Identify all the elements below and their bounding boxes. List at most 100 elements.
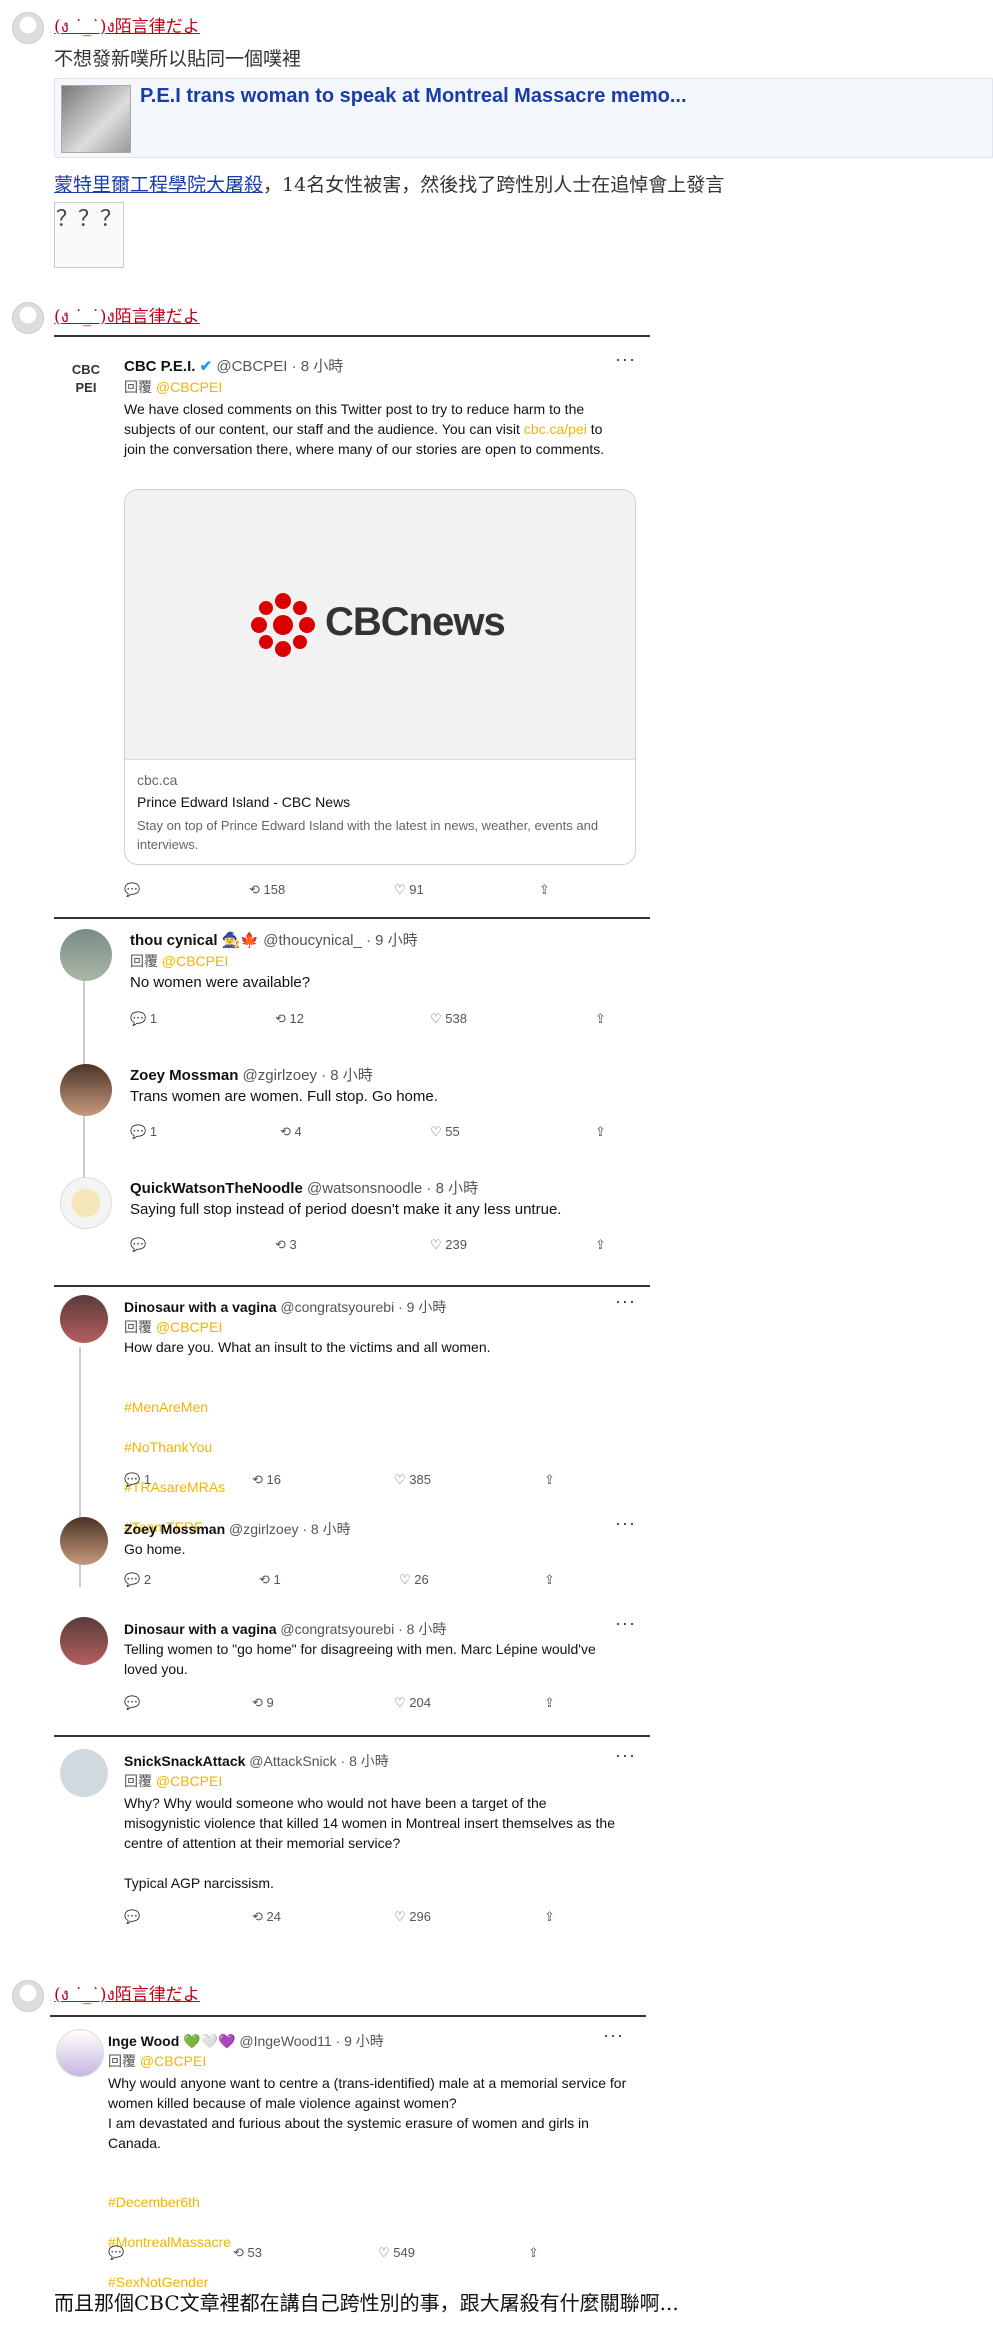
like-button[interactable]: ♡ 296 bbox=[394, 1909, 431, 1925]
more-icon[interactable]: ··· bbox=[615, 1613, 636, 1634]
tweet-text: Trans women are women. Full stop. Go hom… bbox=[130, 1088, 438, 1105]
avatar[interactable] bbox=[60, 1295, 108, 1343]
author-link[interactable]: (ง ˙_˙)ง陌言律だよ bbox=[54, 1980, 200, 2008]
reply-icon[interactable]: 💬 bbox=[124, 1695, 140, 1711]
retweet-button[interactable]: ⟲ 1 bbox=[259, 1572, 281, 1588]
display-name: thou cynical 🧙‍♀️🍁 bbox=[130, 932, 260, 949]
like-count: 91 bbox=[409, 882, 424, 897]
tweet-text: We have closed comments on this Twitter … bbox=[124, 399, 624, 459]
like-count: 26 bbox=[414, 1572, 429, 1587]
avatar[interactable] bbox=[60, 1749, 108, 1797]
link-title[interactable]: P.E.I trans woman to speak at Montreal M… bbox=[140, 85, 687, 108]
retweet-button[interactable]: ⟲ 3 bbox=[275, 1237, 297, 1253]
reply-to-link[interactable]: @CBCPEI bbox=[156, 1319, 222, 1335]
reply-to-link[interactable]: @CBCPEI bbox=[156, 1773, 222, 1789]
link-thumbnail bbox=[61, 85, 131, 153]
tweet-author[interactable]: Dinosaur with a vagina @congratsyourebi … bbox=[124, 1297, 446, 1317]
handle: @congratsyourebi · 9 小時 bbox=[280, 1299, 447, 1315]
share-icon[interactable]: ⇪ bbox=[539, 882, 550, 898]
tweet-actions: 💬 1 ⟲ 12 ♡ 538 ⇪ bbox=[130, 1011, 620, 1031]
like-count: 239 bbox=[445, 1237, 467, 1252]
more-icon[interactable]: ··· bbox=[615, 1513, 636, 1534]
reply-to-link[interactable]: @CBCPEI bbox=[140, 2053, 206, 2069]
retweet-button[interactable]: ⟲ 12 bbox=[275, 1011, 304, 1027]
tweet-author[interactable]: SnickSnackAttack @AttackSnick · 8 小時 bbox=[124, 1751, 389, 1771]
like-button[interactable]: ♡ 239 bbox=[430, 1237, 467, 1253]
hashtag[interactable]: #MenAreMen bbox=[124, 1397, 624, 1417]
share-icon[interactable]: ⇪ bbox=[544, 1695, 555, 1711]
reply-label: 回覆 bbox=[130, 953, 158, 969]
avatar[interactable] bbox=[60, 1064, 112, 1116]
more-icon[interactable]: ··· bbox=[615, 1291, 636, 1312]
like-count: 55 bbox=[445, 1124, 460, 1139]
reply-button[interactable]: 💬 2 bbox=[124, 1572, 151, 1588]
handle: @watsonsnoodle · 8 小時 bbox=[306, 1180, 479, 1197]
retweet-count: 12 bbox=[289, 1011, 304, 1026]
reply-button[interactable]: 💬 1 bbox=[124, 1472, 151, 1488]
share-icon[interactable]: ⇪ bbox=[595, 1011, 606, 1027]
avatar[interactable] bbox=[12, 1980, 44, 2012]
like-button[interactable]: ♡ 538 bbox=[430, 1011, 467, 1027]
cbc-link[interactable]: cbc.ca/pei bbox=[524, 421, 587, 437]
like-button[interactable]: ♡ 26 bbox=[399, 1572, 429, 1588]
retweet-button[interactable]: ⟲ 16 bbox=[252, 1472, 281, 1488]
share-icon[interactable]: ⇪ bbox=[595, 1237, 606, 1253]
tweet-author[interactable]: Inge Wood 💚🤍💜 @IngeWood11 · 9 小時 bbox=[108, 2031, 384, 2051]
link-card[interactable]: CBCnews cbc.ca Prince Edward Island - CB… bbox=[124, 489, 636, 865]
reply-icon[interactable]: 💬 bbox=[124, 1909, 140, 1925]
retweet-button[interactable]: ⟲ 24 bbox=[252, 1909, 281, 1925]
like-button[interactable]: ♡ 385 bbox=[394, 1472, 431, 1488]
avatar[interactable] bbox=[60, 1517, 108, 1565]
tweet-author[interactable]: Dinosaur with a vagina @congratsyourebi … bbox=[124, 1619, 446, 1639]
author-link[interactable]: (ง ˙_˙)ง陌言律だよ bbox=[54, 302, 200, 330]
avatar[interactable] bbox=[60, 929, 112, 981]
avatar[interactable] bbox=[56, 2029, 104, 2077]
share-icon[interactable]: ⇪ bbox=[528, 2245, 539, 2261]
share-icon[interactable]: ⇪ bbox=[595, 1124, 606, 1140]
more-icon[interactable]: ··· bbox=[603, 2025, 624, 2046]
tweet-author[interactable]: thou cynical 🧙‍♀️🍁 @thoucynical_ · 9 小時 bbox=[130, 929, 418, 950]
reply-icon[interactable]: 💬 bbox=[130, 1237, 146, 1253]
retweet-button[interactable]: ⟲ 158 bbox=[249, 882, 285, 898]
plurk-text: 而且那個CBC文章裡都在講自己跨性別的事，跟大屠殺有什麼關聯啊... bbox=[54, 2291, 679, 2315]
more-icon[interactable]: ··· bbox=[615, 1745, 636, 1766]
reply-icon[interactable]: 💬 bbox=[108, 2245, 124, 2261]
tweet-author[interactable]: Zoey Mossman @zgirlzoey · 8 小時 bbox=[124, 1519, 351, 1539]
hashtag[interactable]: #December6th bbox=[108, 2192, 608, 2212]
retweet-count: 24 bbox=[266, 1909, 281, 1924]
retweet-count: 4 bbox=[294, 1124, 302, 1139]
like-button[interactable]: ♡ 55 bbox=[430, 1124, 460, 1140]
author-link[interactable]: (ง ˙_˙)ง陌言律だよ bbox=[54, 12, 200, 40]
retweet-button[interactable]: ⟲ 4 bbox=[280, 1124, 302, 1140]
link-preview-card[interactable]: P.E.I trans woman to speak at Montreal M… bbox=[54, 78, 993, 158]
tweet-text: No women were available? bbox=[130, 974, 311, 991]
share-icon[interactable]: ⇪ bbox=[544, 1909, 555, 1925]
avatar[interactable] bbox=[60, 1617, 108, 1665]
retweet-button[interactable]: ⟲ 53 bbox=[233, 2245, 262, 2261]
reply-icon[interactable]: 💬 bbox=[124, 882, 140, 898]
avatar[interactable]: CBC PEI bbox=[60, 355, 112, 407]
share-icon[interactable]: ⇪ bbox=[544, 1472, 555, 1488]
hashtag[interactable]: #NoThankYou bbox=[124, 1437, 624, 1457]
reply-button[interactable]: 💬 1 bbox=[130, 1124, 157, 1140]
retweet-count: 158 bbox=[263, 882, 286, 897]
retweet-button[interactable]: ⟲ 9 bbox=[252, 1695, 274, 1711]
like-button[interactable]: ♡ 549 bbox=[378, 2245, 415, 2261]
massacre-link[interactable]: 蒙特里爾工程學院大屠殺 bbox=[54, 174, 263, 196]
avatar[interactable] bbox=[60, 1177, 112, 1229]
reply-button[interactable]: 💬 1 bbox=[130, 1011, 157, 1027]
like-count: 385 bbox=[409, 1472, 431, 1487]
handle: @zgirlzoey · 8 小時 bbox=[242, 1067, 373, 1084]
like-button[interactable]: ♡ 91 bbox=[394, 882, 424, 898]
tweet-author[interactable]: QuickWatsonTheNoodle @watsonsnoodle · 8 … bbox=[130, 1177, 478, 1198]
like-button[interactable]: ♡ 204 bbox=[394, 1695, 431, 1711]
share-icon[interactable]: ⇪ bbox=[544, 1572, 555, 1588]
tweet-author[interactable]: CBC P.E.I. ✔ @CBCPEI · 8 小時 bbox=[124, 355, 343, 376]
more-icon[interactable]: ··· bbox=[615, 349, 636, 370]
tweet-author[interactable]: Zoey Mossman @zgirlzoey · 8 小時 bbox=[130, 1064, 373, 1085]
reply-to-link[interactable]: @CBCPEI bbox=[162, 953, 228, 969]
reply-to-link[interactable]: @CBCPEI bbox=[156, 379, 222, 395]
avatar[interactable] bbox=[12, 12, 44, 44]
avatar[interactable] bbox=[12, 302, 44, 334]
card-title: Prince Edward Island - CBC News bbox=[137, 794, 351, 810]
